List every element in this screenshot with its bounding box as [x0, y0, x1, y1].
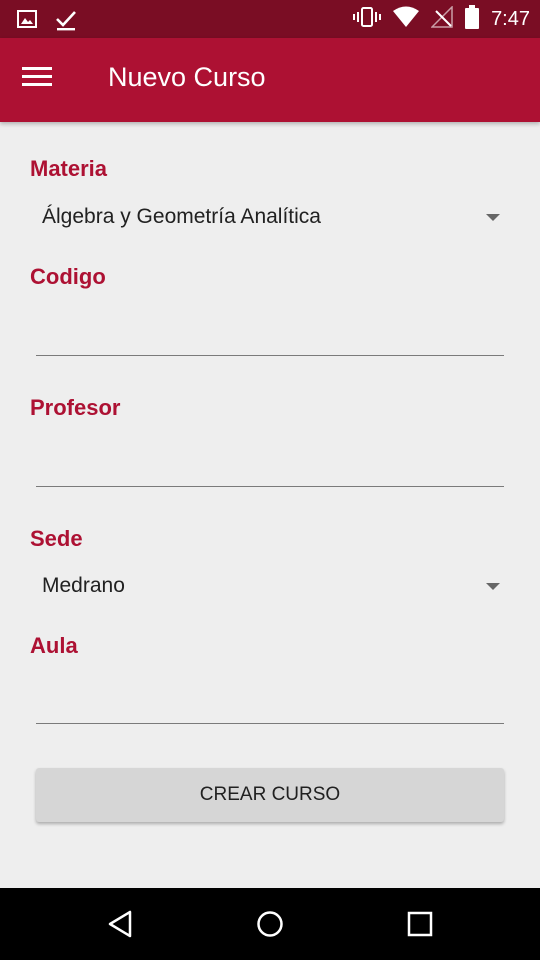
- materia-label: Materia: [30, 156, 108, 181]
- sede-selected-value: Medrano: [42, 574, 125, 597]
- checkmark-icon: [54, 8, 78, 37]
- dropdown-arrow-icon: [486, 214, 500, 221]
- codigo-label: Codigo: [30, 264, 106, 289]
- app-bar: Nuevo Curso: [0, 38, 540, 122]
- wifi-icon: [393, 6, 420, 33]
- sede-spinner[interactable]: Medrano: [30, 565, 514, 611]
- no-signal-icon: [430, 4, 453, 33]
- status-time: 7:47: [491, 7, 530, 30]
- sede-label: Sede: [30, 526, 83, 551]
- materia-spinner[interactable]: Álgebra y Geometría Analítica: [30, 196, 514, 242]
- crear-curso-button[interactable]: CREAR CURSO: [36, 768, 504, 822]
- hamburger-menu-icon[interactable]: [22, 66, 62, 96]
- dropdown-arrow-icon: [486, 583, 500, 590]
- profesor-label: Profesor: [30, 395, 121, 420]
- vibrate-icon: [353, 6, 382, 33]
- page-title: Nuevo Curso: [108, 62, 266, 92]
- status-bar: 7:47: [0, 0, 540, 38]
- home-icon[interactable]: [252, 906, 288, 942]
- aula-field[interactable]: [36, 679, 504, 724]
- codigo-field[interactable]: [36, 311, 504, 356]
- materia-selected-value: Álgebra y Geometría Analítica: [42, 205, 321, 228]
- recents-icon[interactable]: [402, 906, 438, 942]
- image-icon: [16, 8, 38, 37]
- battery-icon: [465, 4, 480, 34]
- profesor-field[interactable]: [36, 442, 504, 487]
- aula-label: Aula: [30, 633, 78, 658]
- navigation-bar: [0, 888, 540, 960]
- back-icon[interactable]: [102, 906, 138, 942]
